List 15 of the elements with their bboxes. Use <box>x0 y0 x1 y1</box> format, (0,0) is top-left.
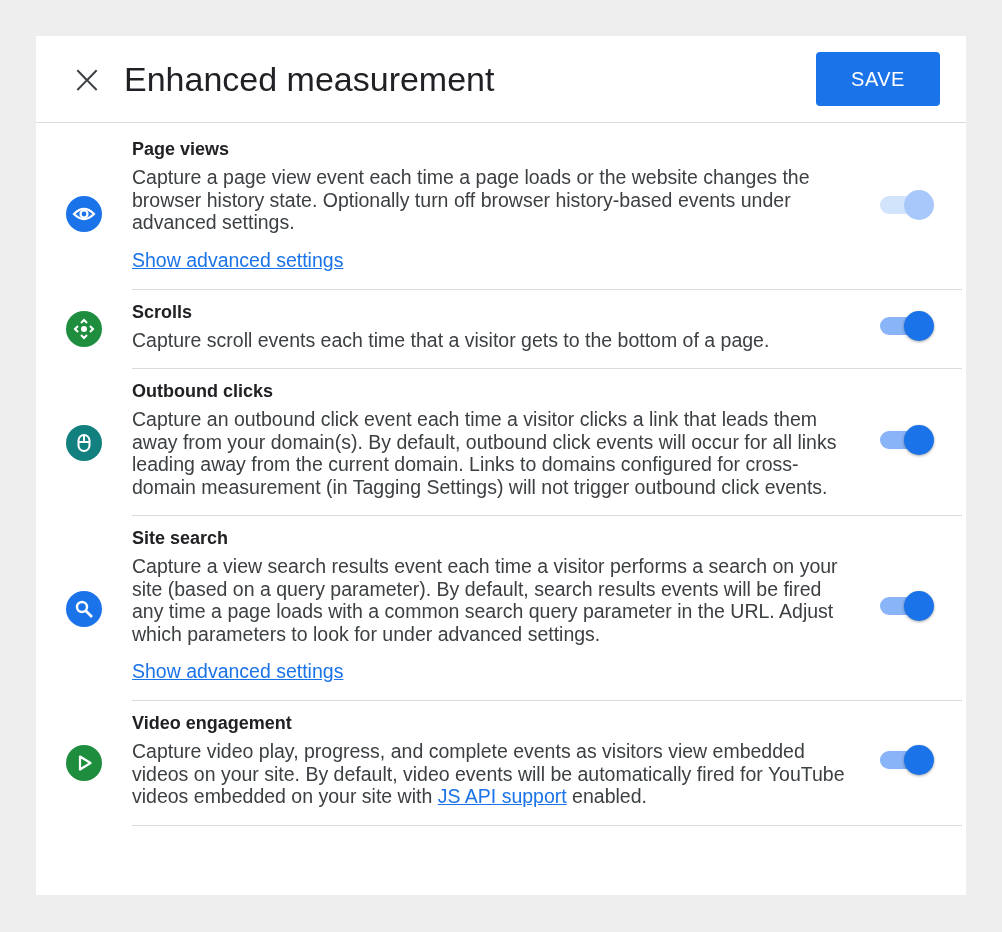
setting-title: Outbound clicks <box>132 381 274 402</box>
api-support-link[interactable]: JS API support <box>437 785 567 807</box>
setting-title: Site search <box>132 528 230 549</box>
setting-description: Capture an outbound click event each time a visitor clicks a link that leads them away from your domain(s). By default, outbound click events will occur for all links leading away from the current domain. Links to domains configured for cross-domain measurement (in Tagging Settings) will not trigger outbound click events. <box>132 408 838 498</box>
page-title: Enhanced measurement <box>124 59 496 99</box>
advanced-settings-link[interactable]: Show advanced settings <box>132 660 344 683</box>
setting-title: Scrolls <box>132 301 194 323</box>
setting-description: Capture scroll events each time that a visitor gets to the bottom of a page. <box>132 328 771 351</box>
setting-description: Capture a view search results event each time a visitor performs a search on your site (based on a query parameter). By default, search results events will be fired any time a page loads with a common search query parameter in the URL. Adjust which parameters to look for under advanced settings. <box>132 555 839 645</box>
close-button[interactable]: × <box>66 59 108 99</box>
setting-title: Video engagement <box>132 713 293 734</box>
setting-title: Page views <box>132 139 231 160</box>
setting-description: Capture a page view event each time a page loads or the website changes the browser history state. Optionally turn off browser history-based events under advanced settings. <box>132 166 811 234</box>
setting-description: Capture video play, progress, and complete events as visitors view embedded videos on your site. By default, video events will be automatically fired for YouTube videos embedded on your site with JS API support enabled. <box>132 740 846 808</box>
save-button[interactable]: SAVE <box>816 52 940 106</box>
